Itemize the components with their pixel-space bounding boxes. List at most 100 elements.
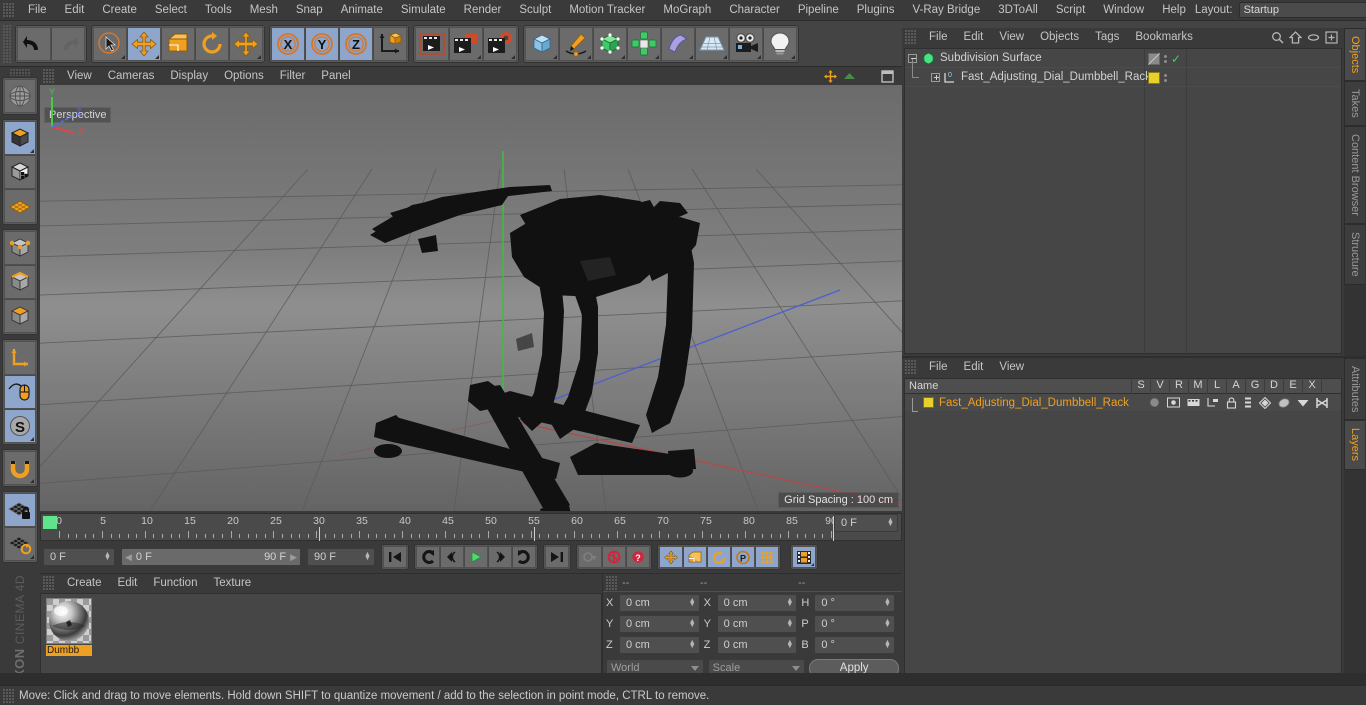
add-deformer-button[interactable] bbox=[661, 26, 695, 61]
solo-dot-icon[interactable] bbox=[1149, 397, 1160, 408]
material-menu-texture[interactable]: Texture bbox=[205, 574, 259, 592]
next-key-button[interactable] bbox=[512, 546, 536, 568]
position-x-field[interactable]: 0 cm ▲ ▼ bbox=[619, 594, 700, 612]
maximize-icon[interactable] bbox=[881, 69, 894, 83]
spinner-icon[interactable]: ▲ ▼ bbox=[785, 597, 794, 608]
snap-magnet-button[interactable] bbox=[4, 451, 36, 485]
column-header-v[interactable]: V bbox=[1150, 378, 1169, 394]
add-generator-button[interactable] bbox=[593, 26, 627, 61]
menu-motion-tracker[interactable]: Motion Tracker bbox=[560, 2, 654, 18]
lock-x-button[interactable]: X bbox=[271, 26, 305, 61]
menu-tools[interactable]: Tools bbox=[196, 2, 241, 18]
spinner-icon[interactable]: ▲ ▼ bbox=[785, 618, 794, 629]
menu-plugins[interactable]: Plugins bbox=[848, 2, 904, 18]
menu-simulate[interactable]: Simulate bbox=[392, 2, 455, 18]
key-position-button[interactable] bbox=[659, 546, 683, 568]
layer-menu-edit[interactable]: Edit bbox=[956, 358, 992, 376]
material-menu-function[interactable]: Function bbox=[145, 574, 205, 592]
layer-list[interactable]: Fast_Adjusting_Dial_Dumbbell_Rack bbox=[904, 394, 1342, 683]
record-help-button[interactable]: ? bbox=[626, 546, 650, 568]
material-list[interactable]: Dumbb bbox=[40, 593, 602, 685]
rotate-icon[interactable] bbox=[862, 69, 875, 83]
menu-file[interactable]: File bbox=[19, 2, 56, 18]
workplane-mode-button[interactable] bbox=[4, 189, 36, 223]
key-scale-button[interactable] bbox=[683, 546, 707, 568]
current-frame-marker[interactable] bbox=[43, 516, 57, 529]
column-header-l[interactable]: L bbox=[1207, 378, 1226, 394]
previous-key-button[interactable] bbox=[416, 546, 440, 568]
tab-structure[interactable]: Structure bbox=[1344, 223, 1365, 285]
add-spline-button[interactable] bbox=[559, 26, 593, 61]
object-menu-objects[interactable]: Objects bbox=[1032, 28, 1087, 46]
spinner-icon[interactable]: ▲ ▼ bbox=[688, 618, 697, 629]
key-parameter-button[interactable]: P bbox=[731, 546, 755, 568]
timeline-current-frame-field[interactable]: 0 F ▲ ▼ bbox=[834, 514, 898, 532]
layout-select[interactable]: Startup bbox=[1238, 2, 1366, 18]
add-camera-button[interactable] bbox=[729, 26, 763, 61]
workplane-lock-button[interactable] bbox=[4, 493, 36, 527]
generator-icon[interactable] bbox=[1259, 396, 1271, 409]
step-back-button[interactable] bbox=[440, 546, 464, 568]
undo-button[interactable] bbox=[17, 26, 51, 61]
add-cube-button[interactable] bbox=[525, 26, 559, 61]
menu-pipeline[interactable]: Pipeline bbox=[789, 2, 848, 18]
spinner-icon[interactable]: ▲ ▼ bbox=[688, 597, 697, 608]
visible-icon[interactable] bbox=[1167, 397, 1180, 408]
menu-vray-bridge[interactable]: V-Ray Bridge bbox=[903, 2, 989, 18]
column-header-a[interactable]: A bbox=[1226, 378, 1245, 394]
tab-attributes[interactable]: Attributes bbox=[1344, 358, 1365, 421]
ellipse-icon[interactable] bbox=[1307, 31, 1320, 44]
timeline-toggle-button[interactable] bbox=[792, 546, 816, 568]
render-icon[interactable] bbox=[1187, 397, 1200, 408]
add-floor-button[interactable] bbox=[695, 26, 729, 61]
animation-icon[interactable] bbox=[1244, 397, 1252, 409]
range-left-arrow-icon[interactable]: ◀ bbox=[125, 552, 132, 563]
lock-icon[interactable] bbox=[1226, 396, 1237, 409]
toolbar-grip[interactable] bbox=[3, 24, 12, 63]
menu-edit[interactable]: Edit bbox=[56, 2, 94, 18]
viewport-menu-view[interactable]: View bbox=[59, 69, 100, 83]
object-tags[interactable]: ✓ bbox=[1148, 49, 1181, 68]
key-pla-button[interactable] bbox=[755, 546, 779, 568]
menu-mograph[interactable]: MoGraph bbox=[654, 2, 720, 18]
dynamic-place-tool-button[interactable] bbox=[229, 26, 263, 61]
size-x-field[interactable]: 0 cm ▲ ▼ bbox=[716, 594, 798, 612]
record-active-objects-button[interactable] bbox=[602, 546, 626, 568]
viewport-render-region-button[interactable] bbox=[4, 79, 36, 113]
tab-takes[interactable]: Takes bbox=[1344, 81, 1365, 127]
rotate-tool-button[interactable] bbox=[195, 26, 229, 61]
layer-color-swatch[interactable] bbox=[923, 397, 934, 408]
status-bar-grip[interactable] bbox=[3, 688, 14, 703]
scale-tool-button[interactable] bbox=[161, 26, 195, 61]
material-preview[interactable] bbox=[46, 598, 92, 644]
menu-grip[interactable] bbox=[3, 3, 14, 17]
material-menu-create[interactable]: Create bbox=[59, 574, 110, 592]
size-z-field[interactable]: 0 cm ▲ ▼ bbox=[716, 636, 798, 654]
column-header-x[interactable]: X bbox=[1302, 378, 1321, 394]
viewport-canvas[interactable]: Perspective Grid Spacing : 100 cm Y X Z bbox=[40, 85, 902, 511]
xpresso-icon[interactable] bbox=[1316, 397, 1328, 409]
workplane-rotate-button[interactable] bbox=[4, 527, 36, 561]
menu-3dtoall[interactable]: 3DToAll bbox=[989, 2, 1047, 18]
texture-mode-button[interactable] bbox=[4, 155, 36, 189]
lock-z-button[interactable]: Z bbox=[339, 26, 373, 61]
column-header-g[interactable]: G bbox=[1245, 378, 1264, 394]
object-row-dumbbell-rack[interactable]: 0 Fast_Adjusting_Dial_Dumbbell_Rack bbox=[905, 58, 1341, 87]
position-y-field[interactable]: 0 cm ▲ ▼ bbox=[619, 615, 700, 633]
position-z-field[interactable]: 0 cm ▲ ▼ bbox=[619, 636, 700, 654]
layer-menu-view[interactable]: View bbox=[991, 358, 1032, 376]
menu-create[interactable]: Create bbox=[93, 2, 146, 18]
object-tags[interactable] bbox=[1148, 68, 1167, 87]
play-button[interactable] bbox=[464, 546, 488, 568]
spinner-icon[interactable]: ▲ ▼ bbox=[883, 597, 892, 608]
tab-content-browser[interactable]: Content Browser bbox=[1344, 126, 1365, 224]
lock-y-button[interactable]: Y bbox=[305, 26, 339, 61]
menu-select[interactable]: Select bbox=[146, 2, 196, 18]
search-icon[interactable] bbox=[1271, 31, 1284, 44]
render-settings-button[interactable] bbox=[483, 26, 517, 61]
render-view-button[interactable] bbox=[415, 26, 449, 61]
step-forward-button[interactable] bbox=[488, 546, 512, 568]
home-icon[interactable] bbox=[1289, 30, 1302, 44]
object-menu-edit[interactable]: Edit bbox=[956, 28, 992, 46]
end-frame-field[interactable]: 90 F ▲ ▼ bbox=[307, 548, 375, 566]
